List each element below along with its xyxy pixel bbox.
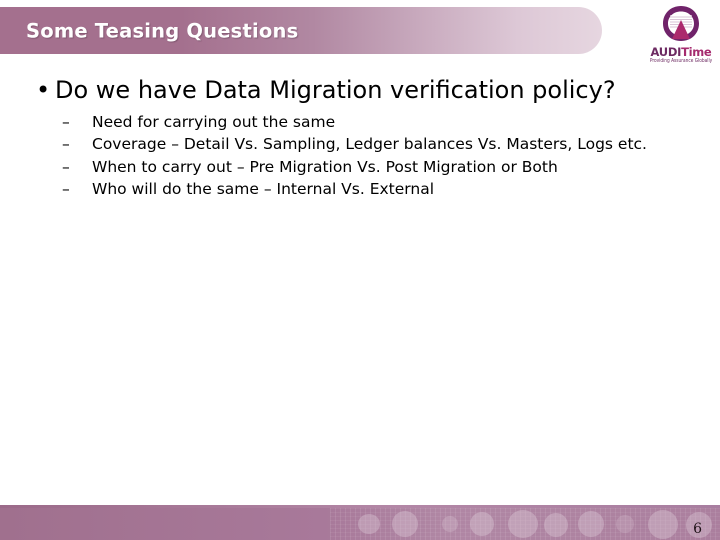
dash-marker-icon: – xyxy=(62,135,70,154)
footer-decorative-pattern xyxy=(330,508,720,540)
auditime-circle-mark-icon xyxy=(663,6,699,41)
bullet-level1: • Do we have Data Migration verification… xyxy=(0,76,670,106)
bullet-level2-text: When to carry out – Pre Migration Vs. Po… xyxy=(92,157,558,176)
bullet-marker-icon: • xyxy=(36,76,51,104)
dash-marker-icon: – xyxy=(62,157,70,176)
footer-top-edge xyxy=(0,505,720,508)
dash-marker-icon: – xyxy=(62,112,70,131)
auditime-tagline: Providing Assurance Globally xyxy=(649,57,713,64)
page-number: 6 xyxy=(693,521,702,537)
footer-blob xyxy=(392,511,418,537)
auditime-logo: AUDITime Providing Assurance Globally xyxy=(645,2,717,72)
footer-blob xyxy=(442,516,458,532)
bullet-level1-text: Do we have Data Migration verification p… xyxy=(55,76,616,104)
slide-footer: 6 xyxy=(0,505,720,540)
bullet-level2-list: – Need for carrying out the same – Cover… xyxy=(0,112,680,201)
bullet-level2-text: Coverage – Detail Vs. Sampling, Ledger b… xyxy=(92,135,647,154)
page-title: Some Teasing Questions xyxy=(26,19,299,42)
bullet-level2: – Need for carrying out the same xyxy=(0,112,680,134)
slide-body: • Do we have Data Migration verification… xyxy=(0,76,680,202)
dash-marker-icon: – xyxy=(62,180,70,199)
slide-title-banner: Some Teasing Questions xyxy=(0,7,604,58)
bullet-level2: – Coverage – Detail Vs. Sampling, Ledger… xyxy=(0,134,680,156)
footer-blob xyxy=(616,515,634,533)
footer-blob xyxy=(470,512,494,536)
bullet-level2-text: Who will do the same – Internal Vs. Exte… xyxy=(92,180,435,199)
bullet-level2: – Who will do the same – Internal Vs. Ex… xyxy=(0,179,680,201)
footer-blob xyxy=(358,514,380,534)
footer-blob xyxy=(508,510,538,538)
auditime-wordmark: AUDITime xyxy=(645,45,717,59)
wordmark-suffix: Time xyxy=(681,45,712,59)
bullet-level2-text: Need for carrying out the same xyxy=(92,112,336,131)
wordmark-prefix: AUDI xyxy=(650,45,682,59)
footer-blob xyxy=(544,513,568,537)
slide-canvas: Some Teasing Questions AUDITime Providin… xyxy=(0,0,720,540)
bullet-level2: – When to carry out – Pre Migration Vs. … xyxy=(0,157,680,179)
footer-blob xyxy=(578,511,604,537)
footer-blob xyxy=(648,510,678,539)
